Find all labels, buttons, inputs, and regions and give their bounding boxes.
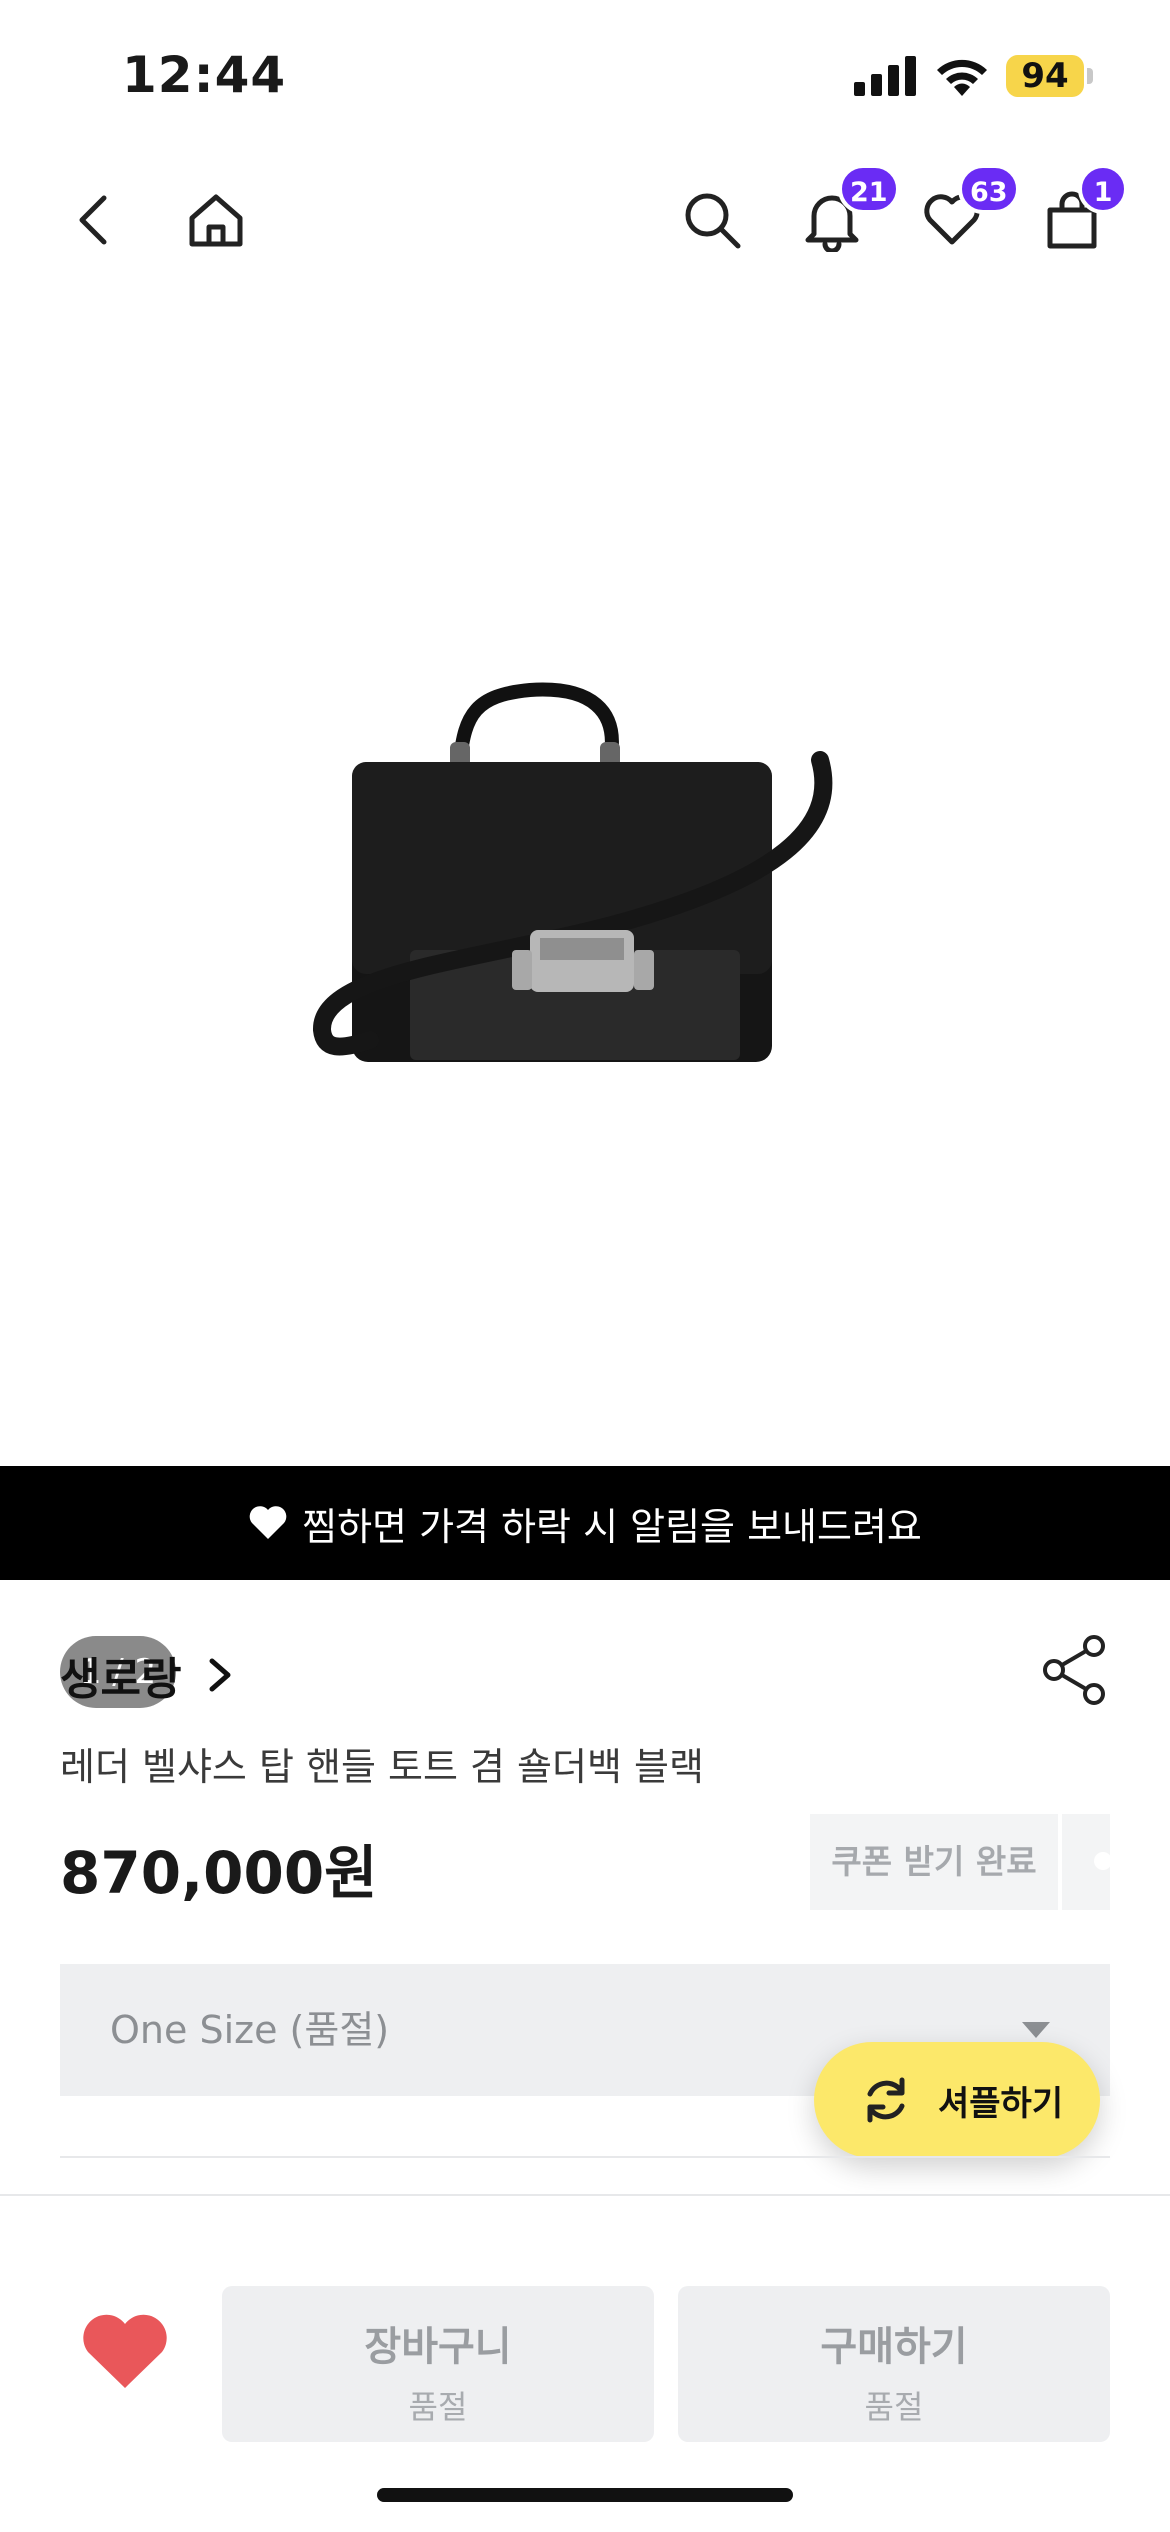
notification-badge: 21 [838,164,900,214]
heart-filled-icon [249,1506,287,1539]
refresh-icon [867,2077,905,2123]
cart-button-status: 품절 [408,2388,468,2426]
home-button[interactable] [176,180,256,260]
top-navigation: 21 63 1 [0,160,1170,280]
search-button[interactable] [672,180,752,260]
shuffle-button[interactable]: 셔플하기 [814,2042,1100,2158]
chevron-right-icon [209,1658,231,1692]
product-price: 870,000원 [60,1839,378,1907]
product-name: 레더 벨샤스 탑 핸들 토트 겸 숄더백 블랙 [60,1745,704,1789]
cart-button-label: 장바구니 [364,2324,512,2370]
share-icon[interactable] [1038,1632,1114,1708]
coupon-button[interactable]: 쿠폰 받기 완료 [810,1814,1058,1910]
status-bar: 12:44 94 [0,0,1170,150]
shuffle-label: 셔플하기 [938,2083,1064,2124]
battery-level: 94 [1006,55,1084,97]
wifi-icon [937,59,987,96]
home-indicator[interactable] [377,2488,793,2502]
buy-button-label: 구매하기 [820,2324,968,2370]
add-to-cart-button[interactable]: 장바구니 품절 [222,2286,654,2442]
wish-alert-banner[interactable]: 찜하면 가격 하락 시 알림을 보내드려요 [0,1466,1170,1580]
wishlist-heart-button[interactable] [80,2312,170,2392]
home-icon [189,194,243,247]
divider [60,2156,1110,2158]
product-image [312,682,833,1062]
product-image-gallery[interactable]: 1 / 2 [0,290,1170,1708]
buy-now-button[interactable]: 구매하기 품절 [678,2286,1110,2442]
back-button[interactable] [56,180,136,260]
caret-down-icon [1022,2022,1050,2038]
wishlist-badge: 63 [958,164,1020,214]
status-time: 12:44 [122,46,287,104]
buy-button-status: 품절 [864,2388,924,2426]
cart-badge: 1 [1078,164,1128,214]
battery-indicator: 94 [1006,55,1094,97]
wish-banner-text: 찜하면 가격 하락 시 알림을 보내드려요 [302,1504,922,1549]
cellular-signal-icon [854,56,916,96]
search-icon [685,193,741,249]
chevron-left-icon [79,195,107,245]
size-selected-value: One Size (품절) [110,2008,390,2052]
brand-link[interactable]: 생로랑 [60,1640,239,1710]
divider [0,2194,1170,2196]
brand-name: 생로랑 [60,1654,182,1705]
